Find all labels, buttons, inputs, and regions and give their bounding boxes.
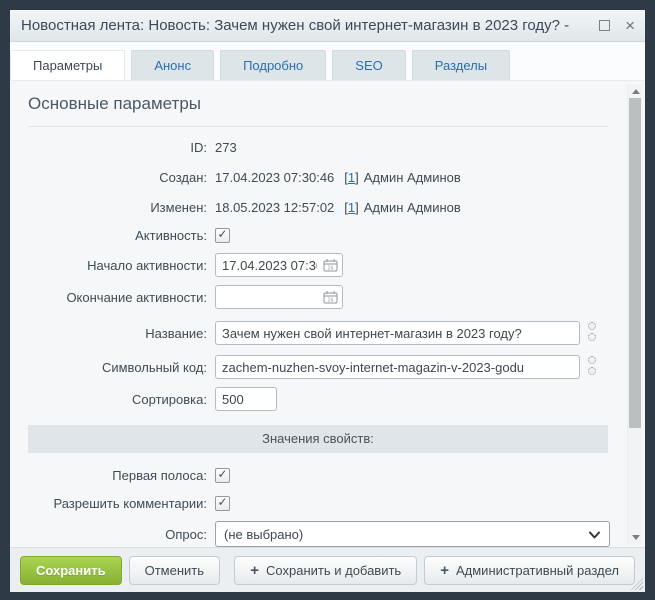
svg-text:24: 24	[328, 298, 334, 304]
plus-icon: +	[250, 562, 259, 579]
tab-seo[interactable]: SEO	[332, 50, 405, 80]
row-code: Символьный код:	[10, 355, 623, 379]
admin-section-button[interactable]: + Административный раздел	[424, 556, 635, 585]
properties-header: Значения свойств:	[28, 425, 608, 453]
row-created: Создан: 17.04.2023 07:30:46 [1] Админ Ад…	[10, 167, 623, 187]
active-from-input[interactable]	[216, 255, 323, 275]
tab-sections[interactable]: Разделы	[412, 50, 510, 80]
save-and-add-button[interactable]: + Сохранить и добавить	[234, 556, 417, 585]
active-to-label: Окончание активности:	[10, 290, 207, 305]
vertical-scrollbar[interactable]	[627, 84, 642, 544]
row-front-page: Первая полоса:	[10, 465, 623, 485]
footer-buttonbar: Сохранить Отменить + Сохранить и добавит…	[10, 547, 645, 592]
tab-parameters[interactable]: Параметры	[10, 50, 125, 80]
row-allow-comments: Разрешить комментарии:	[10, 493, 623, 513]
active-to-input[interactable]	[216, 287, 323, 307]
calendar-icon[interactable]: 24	[323, 258, 338, 272]
allow-comments-label: Разрешить комментарии:	[10, 496, 207, 511]
code-input[interactable]	[216, 357, 575, 377]
front-page-label: Первая полоса:	[10, 468, 207, 483]
scroll-down-arrow-icon[interactable]	[628, 531, 643, 543]
sort-label: Сортировка:	[10, 392, 207, 407]
admin-section-label: Административный раздел	[456, 563, 619, 578]
modified-datetime: 18.05.2023 12:57:02	[215, 200, 334, 215]
id-value: 273	[207, 140, 237, 155]
edit-news-dialog: Новостная лента: Новость: Зачем нужен св…	[10, 10, 645, 592]
modified-user-name: Админ Админов	[364, 200, 461, 215]
created-datetime: 17.04.2023 07:30:46	[215, 170, 334, 185]
bracket: ]	[355, 170, 359, 185]
modified-value: 18.05.2023 12:57:02 [1] Админ Админов	[207, 200, 461, 215]
save-button[interactable]: Сохранить	[20, 556, 122, 585]
maximize-icon	[599, 20, 610, 31]
translit-link-icon[interactable]	[586, 321, 598, 345]
close-icon: ×	[625, 17, 635, 34]
code-label: Символьный код:	[10, 360, 207, 375]
bracket: ]	[355, 200, 359, 215]
window-title: Новостная лента: Новость: Зачем нужен св…	[21, 17, 591, 34]
plus-icon: +	[440, 562, 449, 579]
active-from-label: Начало активности:	[10, 258, 207, 273]
created-value: 17.04.2023 07:30:46 [1] Админ Админов	[207, 170, 461, 185]
name-input[interactable]	[216, 323, 575, 343]
poll-select-wrap: (не выбрано)	[215, 521, 610, 547]
sort-input[interactable]	[216, 389, 272, 409]
poll-select[interactable]: (не выбрано)	[216, 522, 609, 546]
created-user-name: Админ Админов	[364, 170, 461, 185]
content-pane: Основные параметры ID: 273 Создан: 17.04…	[10, 80, 645, 547]
form-area: Основные параметры ID: 273 Создан: 17.04…	[10, 81, 623, 547]
row-modified: Изменен: 18.05.2023 12:57:02 [1] Админ А…	[10, 197, 623, 217]
divider	[28, 126, 608, 127]
row-active-from: Начало активности: 24	[10, 253, 623, 277]
row-sort: Сортировка:	[10, 387, 623, 411]
row-active: Активность:	[10, 225, 623, 245]
close-button[interactable]: ×	[625, 17, 635, 34]
row-name: Название:	[10, 321, 623, 345]
titlebar: Новостная лента: Новость: Зачем нужен св…	[10, 10, 645, 42]
id-label: ID:	[10, 140, 207, 155]
maximize-button[interactable]	[591, 20, 625, 31]
row-poll: Опрос: (не выбрано)	[10, 521, 623, 547]
created-user-id-link[interactable]: 1	[348, 170, 355, 185]
translit-link-icon[interactable]	[586, 355, 598, 379]
calendar-icon[interactable]: 24	[323, 290, 338, 304]
tab-detail[interactable]: Подробно	[220, 50, 326, 80]
front-page-checkbox[interactable]	[215, 468, 230, 483]
allow-comments-checkbox[interactable]	[215, 496, 230, 511]
modified-user-id-link[interactable]: 1	[348, 200, 355, 215]
poll-label: Опрос:	[10, 527, 207, 542]
name-label: Название:	[10, 326, 207, 341]
row-active-to: Окончание активности: 24	[10, 285, 623, 309]
cancel-button[interactable]: Отменить	[129, 556, 220, 585]
row-id: ID: 273	[10, 137, 623, 157]
created-label: Создан:	[10, 170, 207, 185]
scroll-up-arrow-icon[interactable]	[628, 85, 643, 97]
active-label: Активность:	[10, 228, 207, 243]
active-checkbox[interactable]	[215, 228, 230, 243]
scrollbar-thumb[interactable]	[629, 98, 641, 428]
modified-label: Изменен:	[10, 200, 207, 215]
tab-announce[interactable]: Анонс	[131, 50, 214, 80]
tabstrip: Параметры Анонс Подробно SEO Разделы	[10, 42, 645, 80]
section-title: Основные параметры	[28, 94, 623, 114]
svg-text:24: 24	[328, 266, 334, 272]
save-and-add-label: Сохранить и добавить	[266, 563, 401, 578]
